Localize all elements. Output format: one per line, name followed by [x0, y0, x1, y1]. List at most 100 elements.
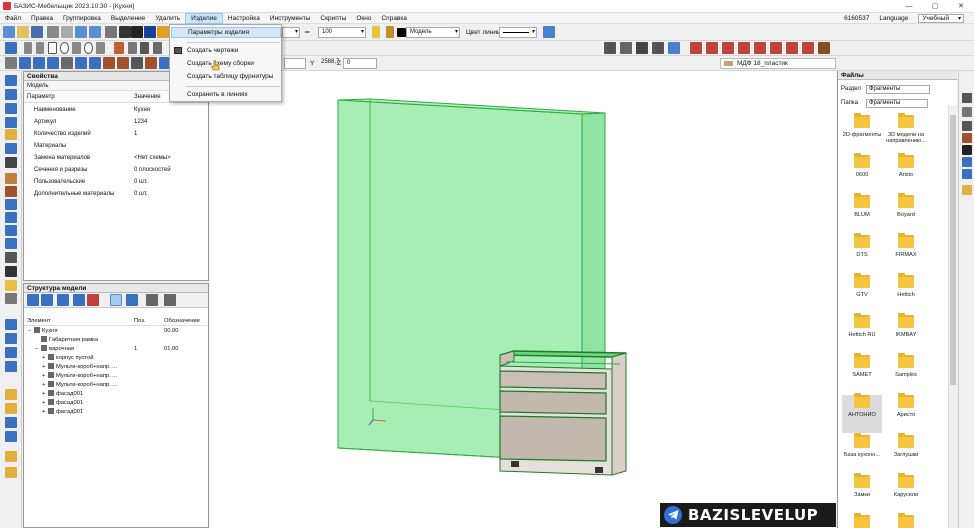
measure-tool-icon[interactable]	[153, 42, 162, 54]
tool-icon-26[interactable]	[5, 451, 17, 462]
structure-tool-icon-3[interactable]	[57, 294, 69, 306]
sum-icon[interactable]	[962, 145, 972, 155]
folder-item[interactable]: DTS	[842, 233, 882, 273]
folder-item[interactable]: Аристо	[886, 393, 926, 433]
folder-item[interactable]: SAMET	[842, 353, 882, 393]
folder-item[interactable]: Hettich RU	[842, 313, 882, 353]
view-icon-1[interactable]	[604, 42, 616, 54]
structure-tree-row[interactable]: + корпус пустой	[24, 354, 208, 363]
select-arrow-icon[interactable]	[5, 42, 17, 54]
3d-viewport[interactable]	[210, 71, 836, 528]
tool-icon-15[interactable]	[5, 266, 17, 277]
folder-item[interactable]: FIRMAX	[886, 233, 926, 273]
menu-file[interactable]: Файл	[0, 13, 26, 24]
folder-item[interactable]: Hettich	[886, 273, 926, 313]
structure-tree-row[interactable]: + фасад001	[24, 390, 208, 399]
lock-icon[interactable]	[386, 26, 394, 38]
language-menu[interactable]: Language	[879, 15, 908, 22]
menu-help[interactable]: Справка	[376, 13, 412, 24]
furniture-tool-icon-5[interactable]	[61, 57, 73, 69]
view-icon-2[interactable]	[620, 42, 632, 54]
furniture-tool-icon-10[interactable]	[131, 57, 143, 69]
mode-select[interactable]: Учебный	[918, 13, 964, 23]
folder-item[interactable]: База кухонн...	[842, 433, 882, 473]
furniture-tool-icon-2[interactable]	[19, 57, 31, 69]
right-tool-icon-4[interactable]	[962, 133, 972, 143]
triangle-tool-icon[interactable]	[72, 42, 81, 54]
menu-item-product-params[interactable]: Параметры изделия	[171, 27, 281, 38]
tool-icon-1[interactable]	[5, 75, 17, 86]
folder-item[interactable]: Заглушки	[886, 433, 926, 473]
minimize-button[interactable]: —	[896, 0, 922, 13]
furniture-tool-icon-11[interactable]	[145, 57, 157, 69]
menu-scripts[interactable]: Скрипты	[315, 13, 351, 24]
lightbulb-icon[interactable]	[372, 26, 380, 38]
new-file-icon[interactable]	[3, 26, 15, 38]
tool-icon-4[interactable]	[5, 117, 17, 128]
tool-icon-5[interactable]	[5, 129, 17, 140]
tool-icon-3[interactable]	[5, 103, 17, 114]
property-row[interactable]: Количество изделий 1	[24, 129, 208, 140]
folder-item[interactable]: BLUM	[842, 193, 882, 233]
right-tool-icon-3[interactable]	[962, 121, 972, 131]
structure-tool-icon-9[interactable]	[164, 294, 176, 306]
tool-icon-23[interactable]	[5, 403, 17, 414]
tool-icon-10[interactable]	[5, 199, 17, 210]
tool-icon-2[interactable]	[5, 89, 17, 100]
maximize-button[interactable]: ▢	[922, 0, 948, 13]
tool-icon-20[interactable]	[5, 347, 17, 358]
tool-icon-24[interactable]	[5, 417, 17, 428]
tool-icon-9[interactable]	[5, 186, 17, 197]
files-scrollbar[interactable]	[948, 105, 957, 528]
structure-tool-icon-8[interactable]	[146, 294, 158, 306]
menu-item-create-drawings[interactable]: Создать чертежи	[171, 45, 281, 56]
project-icon-2[interactable]	[706, 42, 718, 54]
folder-item[interactable]	[842, 513, 882, 528]
view-icon-5[interactable]	[668, 42, 680, 54]
structure-tree-row[interactable]: + Мульти-короб+напр. ...	[24, 372, 208, 381]
snap-grid-icon[interactable]	[119, 26, 131, 38]
folder-item[interactable]: Aristo	[886, 153, 926, 193]
right-tool-icon-2[interactable]	[962, 107, 972, 117]
view-icon-4[interactable]	[652, 42, 664, 54]
print-icon[interactable]	[47, 26, 59, 38]
structure-tree-row[interactable]: + Мульти-короб+напр. ...	[24, 363, 208, 372]
structure-tree-row[interactable]: Габаритная рамка	[24, 336, 208, 345]
tool-icon-19[interactable]	[5, 333, 17, 344]
right-tool-icon-1[interactable]	[962, 93, 972, 103]
project-icon-4[interactable]	[738, 42, 750, 54]
coord-y-input[interactable]: 2588,7	[318, 58, 339, 69]
save-icon[interactable]	[31, 26, 43, 38]
open-file-icon[interactable]	[17, 26, 29, 38]
structure-tree-row[interactable]: − варочная 1 01.00	[24, 345, 208, 354]
folder-item[interactable]	[886, 513, 926, 528]
folder-item[interactable]: Карусели	[886, 473, 926, 513]
files-section-select[interactable]: Фрагменты	[866, 85, 930, 94]
menu-group[interactable]: Группировка	[58, 13, 106, 24]
tool-icon-8[interactable]	[5, 173, 17, 184]
furniture-tool-icon-6[interactable]	[75, 57, 87, 69]
structure-tool-icon-7[interactable]	[126, 294, 138, 306]
property-row[interactable]: Замена материалов <Нет схемы>	[24, 153, 208, 164]
folder-item[interactable]: IKMBAY	[886, 313, 926, 353]
tool-icon-25[interactable]	[5, 431, 17, 442]
hatch-tool-icon[interactable]	[128, 42, 137, 54]
menu-product[interactable]: Изделие	[185, 12, 223, 24]
pencil-icon[interactable]	[157, 26, 169, 38]
tool-icon-27[interactable]	[5, 467, 17, 478]
furniture-tool-icon-1[interactable]	[5, 57, 17, 69]
folder-item[interactable]: Samples	[886, 353, 926, 393]
structure-tree-row[interactable]: + фасад001	[24, 399, 208, 408]
project-icon-3[interactable]	[722, 42, 734, 54]
ellipse-tool-icon[interactable]	[84, 42, 93, 54]
furniture-tool-icon-7[interactable]	[89, 57, 101, 69]
linetype-select[interactable]: ▾	[282, 27, 300, 38]
tool-icon-11[interactable]	[5, 212, 17, 223]
project-icon-5[interactable]	[754, 42, 766, 54]
tool-icon-22[interactable]	[5, 389, 17, 400]
furniture-tool-icon-9[interactable]	[117, 57, 129, 69]
menu-item-create-hardware-table[interactable]: Создать таблицу фурнитуры	[171, 71, 281, 82]
folder-item[interactable]: Замки	[842, 473, 882, 513]
close-button[interactable]: ✕	[948, 0, 974, 13]
folder-item[interactable]: АНТОНИО	[842, 393, 882, 433]
